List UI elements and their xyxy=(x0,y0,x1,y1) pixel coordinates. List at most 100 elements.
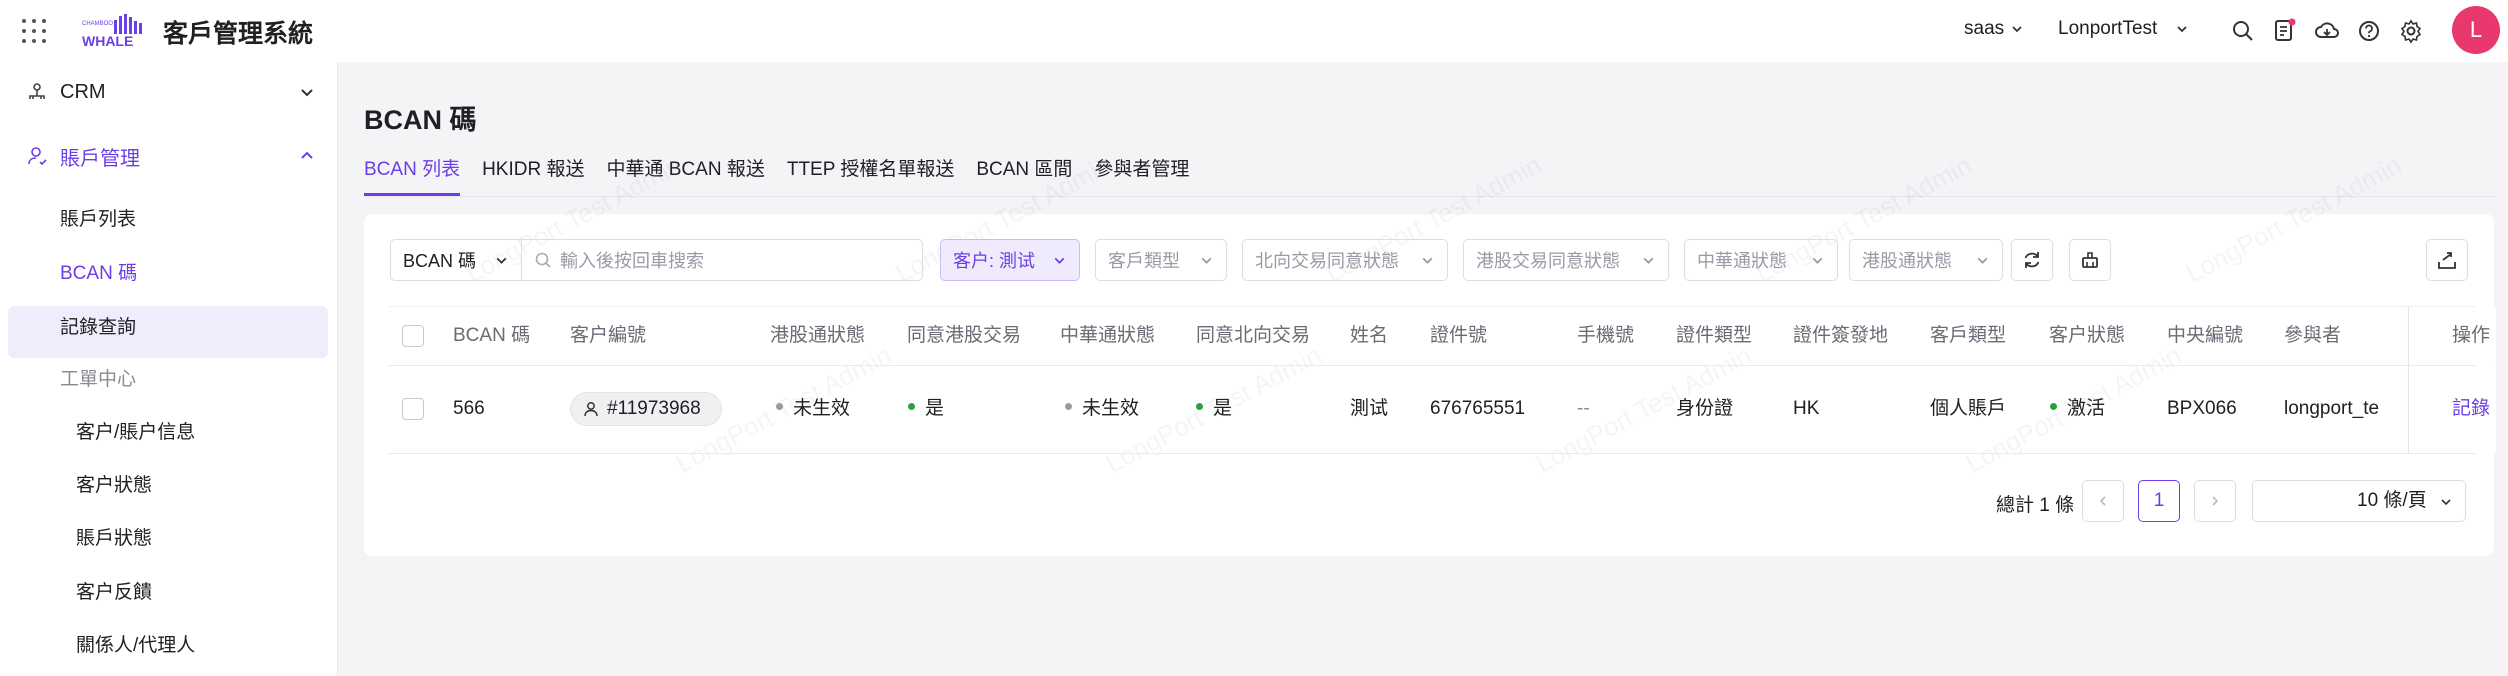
status-dot xyxy=(1065,403,1072,411)
column-header[interactable]: 港股通狀態 xyxy=(770,307,865,365)
page-size-label: 10 條/頁 xyxy=(2357,490,2427,511)
customer-number-tag[interactable]: #11973968 xyxy=(570,392,722,426)
refresh-button[interactable] xyxy=(2011,239,2053,281)
chevron-right-icon xyxy=(2212,496,2219,506)
filter-label: 中華通狀態 xyxy=(1697,251,1787,271)
column-header[interactable]: 客户狀態 xyxy=(2049,307,2125,365)
sidebar-subitem-customer-info[interactable]: 客户/賬户信息 xyxy=(76,417,195,444)
search-icon[interactable] xyxy=(2230,18,2256,44)
column-header[interactable]: 中華通狀態 xyxy=(1060,307,1155,365)
northbound-consent-filter[interactable]: 北向交易同意狀態 xyxy=(1242,239,1448,281)
column-header[interactable]: 證件號 xyxy=(1430,307,1487,365)
tab-bcan-list[interactable]: BCAN 列表 xyxy=(364,152,461,196)
page-size-select[interactable]: 10 條/頁 xyxy=(2252,480,2466,522)
tenant-selector[interactable]: saas xyxy=(1964,18,2024,40)
clear-filters-button[interactable] xyxy=(2069,239,2111,281)
app-grid-icon[interactable] xyxy=(22,19,46,43)
select-all-checkbox[interactable] xyxy=(402,325,424,347)
column-header[interactable]: 客户編號 xyxy=(570,307,646,365)
customer-type-filter[interactable]: 客戶類型 xyxy=(1095,239,1227,281)
settings-gear-icon[interactable] xyxy=(2398,18,2424,44)
cell-hk-connect-status: 未生效 xyxy=(776,366,850,452)
filter-label: 港股通狀態 xyxy=(1862,251,1952,271)
column-header[interactable]: 證件類型 xyxy=(1676,307,1752,365)
sidebar-subitem-customer-feedback[interactable]: 客户反饋 xyxy=(76,577,152,604)
column-header[interactable]: 同意北向交易 xyxy=(1196,307,1310,365)
crm-icon xyxy=(29,83,45,99)
page-title: BCAN 碼 xyxy=(364,105,477,135)
account-selector[interactable]: LonportTest xyxy=(2058,18,2189,40)
column-header[interactable]: 中央編號 xyxy=(2167,307,2243,365)
sidebar-group-account-management[interactable]: 賬戶管理 xyxy=(0,136,338,176)
main-content: BCAN 碼 BCAN 列表 HKIDR 報送 中華通 BCAN 報送 TTEP… xyxy=(338,62,2508,676)
filter-label: 港股交易同意狀態 xyxy=(1476,251,1620,271)
cell-name: 測试 xyxy=(1350,398,1389,419)
chevron-down-icon xyxy=(1054,257,1065,264)
next-page-button[interactable] xyxy=(2194,480,2236,522)
status-text: 未生效 xyxy=(1082,398,1140,419)
tab-participant-management[interactable]: 參與者管理 xyxy=(1094,152,1189,196)
status-text: 是 xyxy=(925,398,945,419)
status-dot xyxy=(776,403,783,411)
status-dot xyxy=(2050,403,2057,411)
chevron-down-icon xyxy=(1643,257,1654,264)
sidebar-subitem-customer-status[interactable]: 客户狀態 xyxy=(76,470,152,497)
clear-icon xyxy=(2082,252,2098,268)
sidebar-item-account-list[interactable]: 賬戶列表 xyxy=(60,204,136,231)
status-dot xyxy=(1196,403,1203,411)
record-link[interactable]: 記錄 xyxy=(2432,366,2496,452)
china-connect-status-filter[interactable]: 中華通狀態 xyxy=(1684,239,1838,281)
sidebar-item-record-query[interactable]: 記錄查詢 xyxy=(60,312,136,339)
export-icon xyxy=(2438,252,2456,269)
tenant-label: saas xyxy=(1964,18,2005,39)
status-dot xyxy=(908,403,915,411)
chevron-left-icon xyxy=(2099,496,2106,506)
row-checkbox[interactable] xyxy=(402,398,424,420)
search-input[interactable]: 輸入後按回車搜索 xyxy=(521,239,923,281)
cell-mobile: -- xyxy=(1577,398,1590,419)
search-field-select[interactable]: BCAN 碼 xyxy=(390,239,522,281)
prev-page-button[interactable] xyxy=(2082,480,2124,522)
sidebar-subitem-related-party[interactable]: 關係人/代理人 xyxy=(76,630,195,657)
chevron-down-icon xyxy=(1977,257,1988,264)
column-header[interactable]: 客戶類型 xyxy=(1930,307,2006,365)
help-icon[interactable] xyxy=(2356,18,2382,44)
search-field-label: BCAN 碼 xyxy=(403,251,477,271)
column-header[interactable]: 姓名 xyxy=(1350,307,1388,365)
user-avatar[interactable]: L xyxy=(2452,6,2500,54)
hk-connect-status-filter[interactable]: 港股通狀態 xyxy=(1849,239,2003,281)
cell-bcan: 566 xyxy=(453,398,485,419)
tab-hkidr-report[interactable]: HKIDR 報送 xyxy=(482,152,584,196)
customer-filter-tag[interactable]: 客户: 測试 xyxy=(940,239,1080,281)
sidebar-subitem-account-status[interactable]: 賬戶狀態 xyxy=(76,523,152,550)
chevron-down-icon xyxy=(496,257,507,264)
cloud-download-icon[interactable] xyxy=(2314,18,2340,44)
column-header[interactable]: BCAN 碼 xyxy=(453,307,530,365)
cell-agree-hk-trade: 是 xyxy=(908,366,944,452)
filter-label: 北向交易同意狀態 xyxy=(1255,251,1399,271)
sidebar: CRM 賬戶管理 賬戶列表 BCAN 碼 記錄查詢 工單中心 客户/賬户信息 客… xyxy=(0,62,338,676)
column-header[interactable]: 參與者 xyxy=(2284,307,2341,365)
cell-central-number: BPX066 xyxy=(2167,398,2237,419)
user-icon xyxy=(28,147,47,166)
table-row[interactable]: 566 #11973968 未生效 是 未生效 是 測试 676765551 -… xyxy=(388,366,2496,454)
hk-trade-consent-filter[interactable]: 港股交易同意狀態 xyxy=(1463,239,1669,281)
tab-bcan-range[interactable]: BCAN 區間 xyxy=(976,152,1072,196)
column-header[interactable]: 同意港股交易 xyxy=(907,307,1021,365)
sidebar-item-active-bg xyxy=(8,306,328,358)
task-list-icon[interactable] xyxy=(2272,18,2298,44)
tab-china-connect-bcan-report[interactable]: 中華通 BCAN 報送 xyxy=(606,152,764,196)
status-text: 未生效 xyxy=(793,398,851,419)
sidebar-group-label: 賬戶管理 xyxy=(60,147,140,170)
column-header[interactable]: 證件簽發地 xyxy=(1793,307,1888,365)
chevron-down-icon xyxy=(2012,26,2022,33)
cell-agree-northbound: 是 xyxy=(1196,366,1232,452)
tab-ttep-auth-list-report[interactable]: TTEP 授權名單報送 xyxy=(787,152,955,196)
sidebar-item-bcan-code[interactable]: BCAN 碼 xyxy=(60,258,137,285)
column-header[interactable]: 手機號 xyxy=(1577,307,1634,365)
sidebar-section-ticket-center: 工單中心 xyxy=(60,369,137,390)
export-button[interactable] xyxy=(2426,239,2468,281)
page-number-button[interactable]: 1 xyxy=(2138,480,2180,522)
sidebar-group-crm[interactable]: CRM xyxy=(0,72,338,112)
chevron-down-icon xyxy=(2177,26,2187,33)
